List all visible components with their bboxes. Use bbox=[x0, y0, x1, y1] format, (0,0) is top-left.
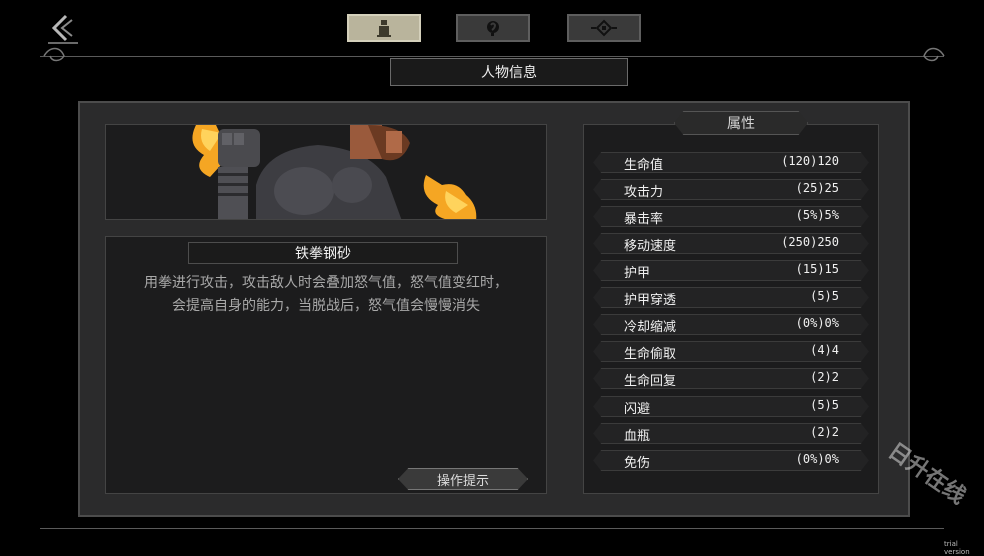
relic-icon bbox=[591, 19, 617, 37]
attribute-value: (5%)5% bbox=[795, 208, 839, 222]
attribute-value: (5)5 bbox=[810, 289, 839, 303]
bottom-divider bbox=[40, 528, 944, 529]
attribute-value: (250)250 bbox=[781, 235, 839, 249]
attribute-label: 闪避 bbox=[624, 402, 651, 417]
page-title-text: 人物信息 bbox=[481, 65, 537, 81]
attribute-value: (0%)0% bbox=[795, 452, 839, 466]
ornament-right-icon bbox=[923, 47, 945, 62]
skill-name: 铁拳钢砂 bbox=[295, 246, 351, 262]
attribute-label: 生命偷取 bbox=[624, 347, 677, 362]
attribute-value: (25)25 bbox=[795, 181, 839, 195]
skill-description-line2: 会提高自身的能力，当脱战后，怒气值会慢慢消失 bbox=[172, 298, 480, 314]
attribute-row-armor-pen: 护甲穿透 (5)5 bbox=[593, 287, 869, 308]
attribute-row-dodge: 闪避 (5)5 bbox=[593, 396, 869, 417]
attribute-row-damage-reduction: 免伤 (0%)0% bbox=[593, 450, 869, 471]
attribute-label: 护甲穿透 bbox=[624, 293, 677, 308]
attributes-title: 属性 bbox=[727, 116, 755, 132]
attribute-value: (5)5 bbox=[810, 398, 839, 412]
attribute-row-cooldown: 冷却缩减 (0%)0% bbox=[593, 314, 869, 335]
character-portrait-image bbox=[106, 125, 546, 219]
attribute-row-health: 生命值 (120)120 bbox=[593, 152, 869, 173]
attribute-label: 暴击率 bbox=[624, 212, 664, 227]
attribute-label: 生命值 bbox=[624, 158, 664, 173]
tab-character[interactable] bbox=[347, 14, 421, 42]
back-arrow-icon bbox=[48, 14, 78, 44]
tab-relic[interactable] bbox=[567, 14, 641, 42]
attribute-value: (2)2 bbox=[810, 370, 839, 384]
page-title: 人物信息 bbox=[390, 58, 628, 86]
attribute-row-crit: 暴击率 (5%)5% bbox=[593, 206, 869, 227]
attribute-value: (0%)0% bbox=[795, 316, 839, 330]
attribute-row-move-speed: 移动速度 (250)250 bbox=[593, 233, 869, 254]
attribute-row-potion: 血瓶 (2)2 bbox=[593, 423, 869, 444]
ornament-left-icon bbox=[43, 47, 65, 62]
attribute-row-attack: 攻击力 (25)25 bbox=[593, 179, 869, 200]
attribute-label: 生命回复 bbox=[624, 374, 677, 389]
tab-skill[interactable] bbox=[456, 14, 530, 42]
character-portrait bbox=[105, 124, 547, 220]
skill-description: 用拳进行攻击，攻击敌人时会叠加怒气值，怒气值变红时， 会提高自身的能力，当脱战后… bbox=[116, 272, 536, 318]
skill-icon bbox=[487, 21, 499, 36]
attribute-label: 攻击力 bbox=[624, 185, 664, 200]
attribute-row-regen: 生命回复 (2)2 bbox=[593, 368, 869, 389]
attribute-label: 血瓶 bbox=[624, 429, 651, 444]
attribute-label: 冷却缩减 bbox=[624, 320, 677, 335]
attributes-header: 属性 bbox=[674, 111, 808, 135]
attribute-label: 移动速度 bbox=[624, 239, 677, 254]
control-hint-button[interactable]: 操作提示 bbox=[398, 468, 528, 490]
back-button[interactable] bbox=[46, 12, 80, 46]
attribute-value: (15)15 bbox=[795, 262, 839, 276]
top-divider bbox=[40, 56, 944, 57]
attribute-value: (4)4 bbox=[810, 343, 839, 357]
attribute-value: (120)120 bbox=[781, 154, 839, 168]
attribute-value: (2)2 bbox=[810, 425, 839, 439]
attribute-row-lifesteal: 生命偷取 (4)4 bbox=[593, 341, 869, 362]
attribute-label: 护甲 bbox=[624, 266, 651, 281]
character-icon bbox=[377, 20, 391, 37]
control-hint-label: 操作提示 bbox=[436, 473, 489, 489]
attribute-label: 免伤 bbox=[624, 456, 651, 471]
skill-description-line1: 用拳进行攻击，攻击敌人时会叠加怒气值，怒气值变红时， bbox=[144, 275, 508, 291]
skill-name-banner: 铁拳钢砂 bbox=[188, 242, 458, 264]
attribute-row-armor: 护甲 (15)15 bbox=[593, 260, 869, 281]
